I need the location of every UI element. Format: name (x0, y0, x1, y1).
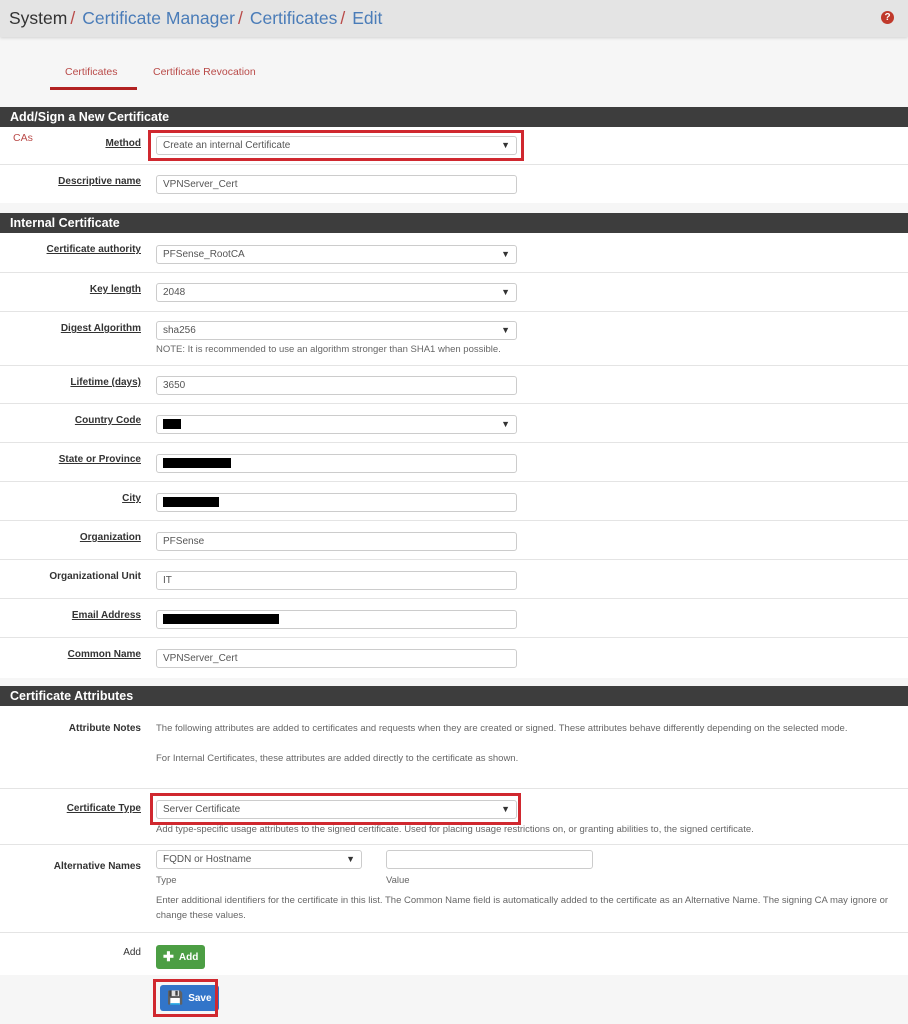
altname-value-input[interactable] (386, 850, 593, 869)
cn-input[interactable]: VPNServer_Cert (156, 649, 517, 668)
email-row: Email Address (0, 599, 908, 638)
highlight-box (153, 979, 218, 1017)
country-select[interactable]: ▼ (156, 415, 517, 434)
attr-notes-text-internal: For Internal Certificates, these attribu… (156, 753, 519, 764)
orgunit-label: Organizational Unit (49, 571, 141, 582)
descr-label: Descriptive name (58, 176, 141, 187)
redacted-value (163, 419, 181, 430)
descr-input[interactable]: VPNServer_Cert (156, 175, 517, 194)
method-label: Method (105, 138, 141, 149)
altnames-label: Alternative Names (53, 861, 141, 872)
country-label: Country Code (74, 415, 141, 426)
section-add-sign-header: Add/Sign a New Certificate (0, 107, 908, 127)
section-attributes: Attribute Notes The following attributes… (0, 706, 908, 975)
org-label: Organization (79, 532, 141, 543)
highlight-box (150, 793, 521, 825)
attr-notes-label: Attribute Notes (68, 723, 141, 734)
ca-label: Certificate authority (46, 244, 141, 255)
altname-type-value: FQDN or Hostname (163, 854, 252, 865)
lifetime-row: Lifetime (days) 3650 (0, 366, 908, 404)
redacted-value (163, 458, 231, 469)
breadcrumb-separator: / (70, 8, 76, 28)
section-attributes-header: Certificate Attributes (0, 686, 908, 706)
lifetime-input[interactable]: 3650 (156, 376, 517, 395)
breadcrumb-separator: / (237, 8, 243, 28)
section-internal: Certificate authority PFSense_RootCA ▼ Ke… (0, 233, 908, 678)
cert-type-row: Certificate Type Server Certificate ▼ Add… (0, 789, 908, 845)
tab-bar: CAs Certificates Certificate Revocation (0, 37, 908, 144)
tab-certificate-revocation[interactable]: Certificate Revocation (153, 66, 256, 78)
add-button[interactable]: ✚ Add (156, 945, 206, 969)
method-row: Method Create an internal Certificate ▼ (0, 127, 908, 165)
chevron-down-icon: ▼ (501, 419, 510, 429)
orgunit-row: Organizational Unit IT (0, 560, 908, 599)
chevron-down-icon: ▼ (501, 249, 510, 259)
cn-label: Common Name (67, 649, 141, 660)
ca-select[interactable]: PFSense_RootCA ▼ (156, 245, 517, 264)
help-icon[interactable]: ? (881, 11, 894, 24)
breadcrumb-separator: / (340, 8, 346, 28)
digest-row: Digest Algorithm sha256 ▼ NOTE: It is rec… (0, 312, 908, 366)
chevron-down-icon: ▼ (501, 325, 510, 335)
plus-icon: ✚ (163, 949, 174, 964)
city-input[interactable] (156, 493, 517, 512)
city-label: City (122, 493, 141, 504)
breadcrumb-certificate-manager[interactable]: Certificate Manager (82, 8, 235, 29)
cert-type-label: Certificate Type (66, 803, 141, 814)
org-row: Organization PFSense (0, 521, 908, 560)
email-label: Email Address (71, 610, 141, 621)
add-label: Add (123, 947, 141, 958)
breadcrumb-system: System (9, 8, 68, 28)
chevron-down-icon: ▼ (501, 287, 510, 297)
tab-certificates[interactable]: Certificates (65, 66, 118, 78)
orgunit-input[interactable]: IT (156, 571, 517, 590)
section-internal-header: Internal Certificate (0, 213, 908, 233)
digest-note: NOTE: It is recommended to use an algori… (156, 344, 501, 355)
breadcrumb-edit[interactable]: Edit (352, 8, 382, 29)
redacted-value (163, 614, 279, 625)
cn-row: Common Name VPNServer_Cert (0, 638, 908, 678)
state-row: State or Province (0, 443, 908, 482)
breadcrumb-certificates[interactable]: Certificates (250, 8, 338, 29)
state-label: State or Province (58, 454, 141, 465)
highlight-box (148, 130, 524, 161)
descr-row: Descriptive name VPNServer_Cert (0, 165, 908, 203)
redacted-value (163, 497, 219, 508)
keylen-value: 2048 (163, 287, 186, 298)
country-row: Country Code ▼ (0, 404, 908, 443)
chevron-down-icon: ▼ (346, 854, 355, 864)
digest-select[interactable]: sha256 ▼ (156, 321, 517, 340)
section-add-sign: Method Create an internal Certificate ▼ D… (0, 127, 908, 203)
org-input[interactable]: PFSense (156, 532, 517, 551)
digest-value: sha256 (163, 325, 196, 336)
add-row: Add ✚ Add (0, 933, 908, 975)
altnames-row: Alternative Names FQDN or Hostname ▼ Type… (0, 845, 908, 933)
keylen-label: Key length (89, 284, 141, 295)
keylen-row: Key length 2048 ▼ (0, 273, 908, 312)
city-row: City (0, 482, 908, 521)
altname-type-caption: Type (156, 875, 177, 886)
active-tab-indicator (50, 87, 137, 90)
altname-value-caption: Value (386, 875, 410, 886)
page-header: System / Certificate Manager / Certifica… (0, 0, 908, 37)
altname-type-select[interactable]: FQDN or Hostname ▼ (156, 850, 362, 869)
state-input[interactable] (156, 454, 517, 473)
email-input[interactable] (156, 610, 517, 629)
attr-notes-text: The following attributes are added to ce… (156, 723, 848, 734)
add-button-label: Add (178, 951, 199, 963)
altnames-note: Enter additional identifiers for the cer… (156, 895, 889, 921)
ca-value: PFSense_RootCA (163, 249, 245, 260)
lifetime-label: Lifetime (days) (70, 377, 141, 388)
ca-row: Certificate authority PFSense_RootCA ▼ (0, 233, 908, 273)
attr-notes-row: Attribute Notes The following attributes… (0, 706, 908, 789)
digest-label: Digest Algorithm (60, 323, 141, 334)
keylen-select[interactable]: 2048 ▼ (156, 283, 517, 302)
save-area: 💾 Save (0, 975, 908, 1024)
